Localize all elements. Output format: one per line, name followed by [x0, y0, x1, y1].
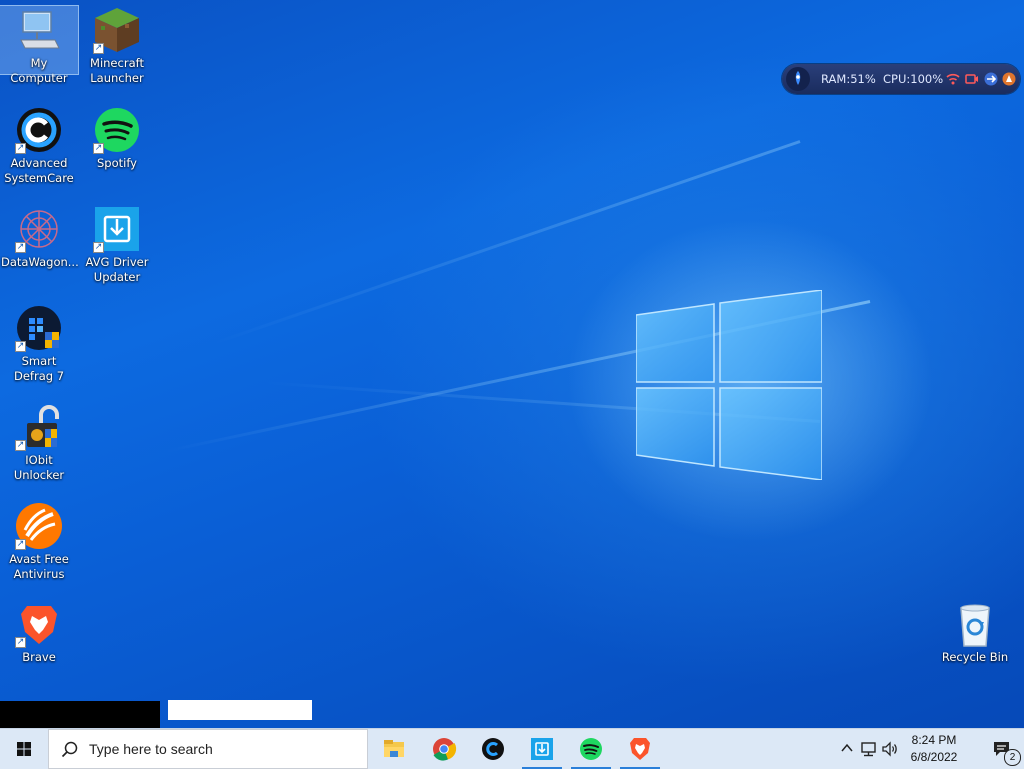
- shortcut-arrow-icon: ↗: [93, 43, 104, 54]
- notification-count-badge: 2: [1004, 749, 1021, 766]
- desktop-icon-avg-driver-updater[interactable]: ↗ AVG Driver Updater: [78, 205, 156, 285]
- system-tray: 8:24 PM 6/8/2022 2: [824, 729, 1024, 769]
- brave-icon: [630, 738, 650, 760]
- spotify-icon: ↗: [93, 106, 141, 154]
- shortcut-arrow-icon: ↗: [15, 341, 26, 352]
- volume-icon[interactable]: [881, 740, 899, 758]
- desktop-background: My Computer ↗ Advanced SystemCare ↗ Data…: [0, 0, 1024, 728]
- shortcut-arrow-icon: ↗: [15, 637, 26, 648]
- desktop-icon-spotify[interactable]: ↗ Spotify: [78, 106, 156, 171]
- redacted-bar: [0, 701, 160, 728]
- computer-icon: [15, 6, 63, 54]
- ram-usage-text: RAM:51%: [821, 72, 876, 86]
- desktop-icon-recycle-bin[interactable]: Recycle Bin: [936, 600, 1014, 665]
- desktop-icon-label: Avast Free Antivirus: [9, 552, 69, 581]
- smart-defrag-icon: ↗: [15, 304, 63, 352]
- desktop-icon-label: My Computer: [10, 56, 68, 85]
- shortcut-arrow-icon: ↗: [93, 242, 104, 253]
- taskbar-chrome[interactable]: [420, 729, 468, 769]
- alert-icon[interactable]: [1002, 72, 1016, 86]
- search-icon: [61, 741, 78, 758]
- desktop-icon-label: IObit Unlocker: [13, 453, 65, 482]
- avast-icon: ↗: [15, 502, 63, 550]
- desktop-icon-my-computer[interactable]: My Computer: [0, 5, 79, 85]
- taskbar-advanced-systemcare[interactable]: [469, 729, 517, 769]
- advanced-systemcare-icon: [482, 738, 504, 760]
- desktop-icon-label: Advanced SystemCare: [4, 156, 74, 185]
- redacted-bar: [168, 700, 312, 720]
- taskbar-file-explorer[interactable]: [370, 729, 418, 769]
- taskbar: Type here to search 8:24 PM 6/8/2022 2: [0, 728, 1024, 769]
- desktop-icon-iobit-unlocker[interactable]: ↗ IObit Unlocker: [0, 403, 78, 483]
- desktop-icon-minecraft[interactable]: ↗ Minecraft Launcher: [78, 6, 156, 86]
- notification-center-button[interactable]: 2: [980, 729, 1024, 769]
- desktop-icon-datawagon[interactable]: ↗ DataWagon...: [0, 205, 79, 270]
- desktop-icon-label: DataWagon...: [1, 255, 79, 269]
- arrow-right-icon[interactable]: [984, 72, 998, 86]
- desktop-icon-advanced-systemcare[interactable]: ↗ Advanced SystemCare: [0, 106, 78, 186]
- windows-start-icon: [17, 742, 31, 756]
- shortcut-arrow-icon: ↗: [15, 539, 26, 550]
- shortcut-arrow-icon: ↗: [15, 242, 26, 253]
- recycle-bin-icon: [951, 600, 999, 648]
- taskbar-spotify[interactable]: [567, 729, 615, 769]
- desktop-icon-label: Recycle Bin: [941, 650, 1009, 664]
- search-placeholder: Type here to search: [89, 741, 213, 757]
- performance-monitor-widget[interactable]: RAM:51% CPU:100%: [782, 64, 1020, 94]
- minecraft-icon: ↗: [93, 6, 141, 54]
- spotify-icon: [580, 738, 602, 760]
- wifi-icon[interactable]: [946, 72, 960, 86]
- iobit-unlocker-icon: ↗: [15, 403, 63, 451]
- brave-icon: ↗: [15, 600, 63, 648]
- taskbar-avg-driver-updater[interactable]: [518, 729, 566, 769]
- shortcut-arrow-icon: ↗: [93, 143, 104, 154]
- cpu-usage-text: CPU:100%: [883, 72, 944, 86]
- desktop-icon-label: Brave: [22, 650, 56, 664]
- clock-time[interactable]: 8:24 PM: [899, 733, 969, 747]
- advanced-systemcare-icon: ↗: [15, 106, 63, 154]
- desktop-icon-smart-defrag[interactable]: ↗ Smart Defrag 7: [0, 304, 78, 384]
- avg-driver-updater-icon: [531, 738, 553, 760]
- desktop-icon-label: Smart Defrag 7: [13, 354, 65, 383]
- datawagon-icon: ↗: [15, 205, 63, 253]
- windows-logo-wallpaper: [636, 290, 822, 480]
- desktop-icon-label: Minecraft Launcher: [90, 56, 144, 85]
- desktop-icon-avast[interactable]: ↗ Avast Free Antivirus: [0, 502, 78, 582]
- camera-icon[interactable]: [965, 72, 979, 86]
- desktop-icon-label: AVG Driver Updater: [85, 255, 149, 284]
- rocket-icon[interactable]: [786, 67, 810, 91]
- network-icon[interactable]: [860, 740, 878, 758]
- desktop-icon-label: Spotify: [97, 156, 137, 170]
- avg-driver-updater-icon: ↗: [93, 205, 141, 253]
- chrome-icon: [433, 738, 457, 761]
- shortcut-arrow-icon: ↗: [15, 440, 26, 451]
- taskbar-brave[interactable]: [616, 729, 664, 769]
- taskbar-search-box[interactable]: Type here to search: [48, 729, 368, 769]
- start-button[interactable]: [0, 729, 48, 769]
- desktop-icon-brave[interactable]: ↗ Brave: [0, 600, 78, 665]
- show-hidden-icons-chevron-icon[interactable]: [840, 741, 854, 755]
- shortcut-arrow-icon: ↗: [15, 143, 26, 154]
- folder-icon: [384, 740, 404, 757]
- clock-date[interactable]: 6/8/2022: [899, 750, 969, 764]
